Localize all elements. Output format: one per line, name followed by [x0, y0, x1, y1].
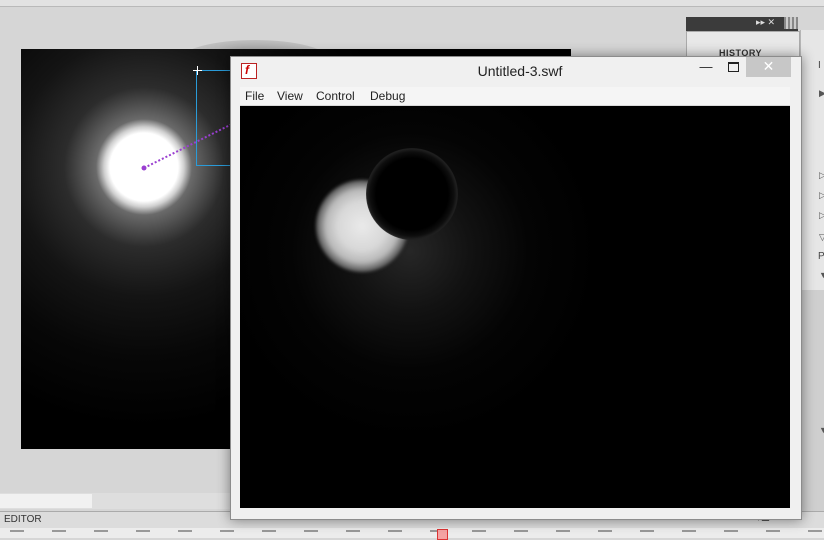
timeline-tick	[388, 530, 402, 532]
timeline-tick	[640, 530, 654, 532]
timeline-tick	[178, 530, 192, 532]
menu-control[interactable]: Control	[316, 89, 355, 103]
menu-debug[interactable]: Debug	[370, 89, 405, 103]
timeline-tick	[682, 530, 696, 532]
timeline-tick	[514, 530, 528, 532]
timeline-tick	[94, 530, 108, 532]
dark-moon-shape	[366, 148, 458, 240]
motion-editor-tab[interactable]: EDITOR	[4, 514, 42, 525]
timeline-tick	[346, 530, 360, 532]
timeline-tick	[472, 530, 486, 532]
menu-file[interactable]: File	[245, 89, 264, 103]
timeline-tick	[598, 530, 612, 532]
timeline-tick	[220, 530, 234, 532]
menu-view[interactable]: View	[277, 89, 303, 103]
window-title: Untitled-3.swf	[477, 63, 563, 79]
timeline-ruler[interactable]	[0, 528, 824, 538]
timeline-tick	[262, 530, 276, 532]
timeline-tick	[766, 530, 780, 532]
motion-path-start-point	[141, 165, 147, 171]
close-button[interactable]: ✕	[746, 57, 791, 77]
timeline-tick	[556, 530, 570, 532]
maximize-icon	[728, 62, 739, 72]
timeline-tick	[136, 530, 150, 532]
timeline-playhead[interactable]	[437, 529, 448, 540]
maximize-button[interactable]	[724, 59, 742, 77]
timeline-tick	[304, 530, 318, 532]
motion-path-line	[143, 123, 233, 169]
timeline-tick	[808, 530, 822, 532]
stage-horizontal-scrollbar-thumb[interactable]	[0, 494, 92, 508]
timeline-tick	[52, 530, 66, 532]
swf-playback-area[interactable]	[240, 106, 790, 508]
flash-player-icon: f	[241, 63, 257, 79]
timeline-tick	[10, 530, 24, 532]
minimize-button[interactable]: —	[697, 59, 715, 77]
timeline-tick	[724, 530, 738, 532]
